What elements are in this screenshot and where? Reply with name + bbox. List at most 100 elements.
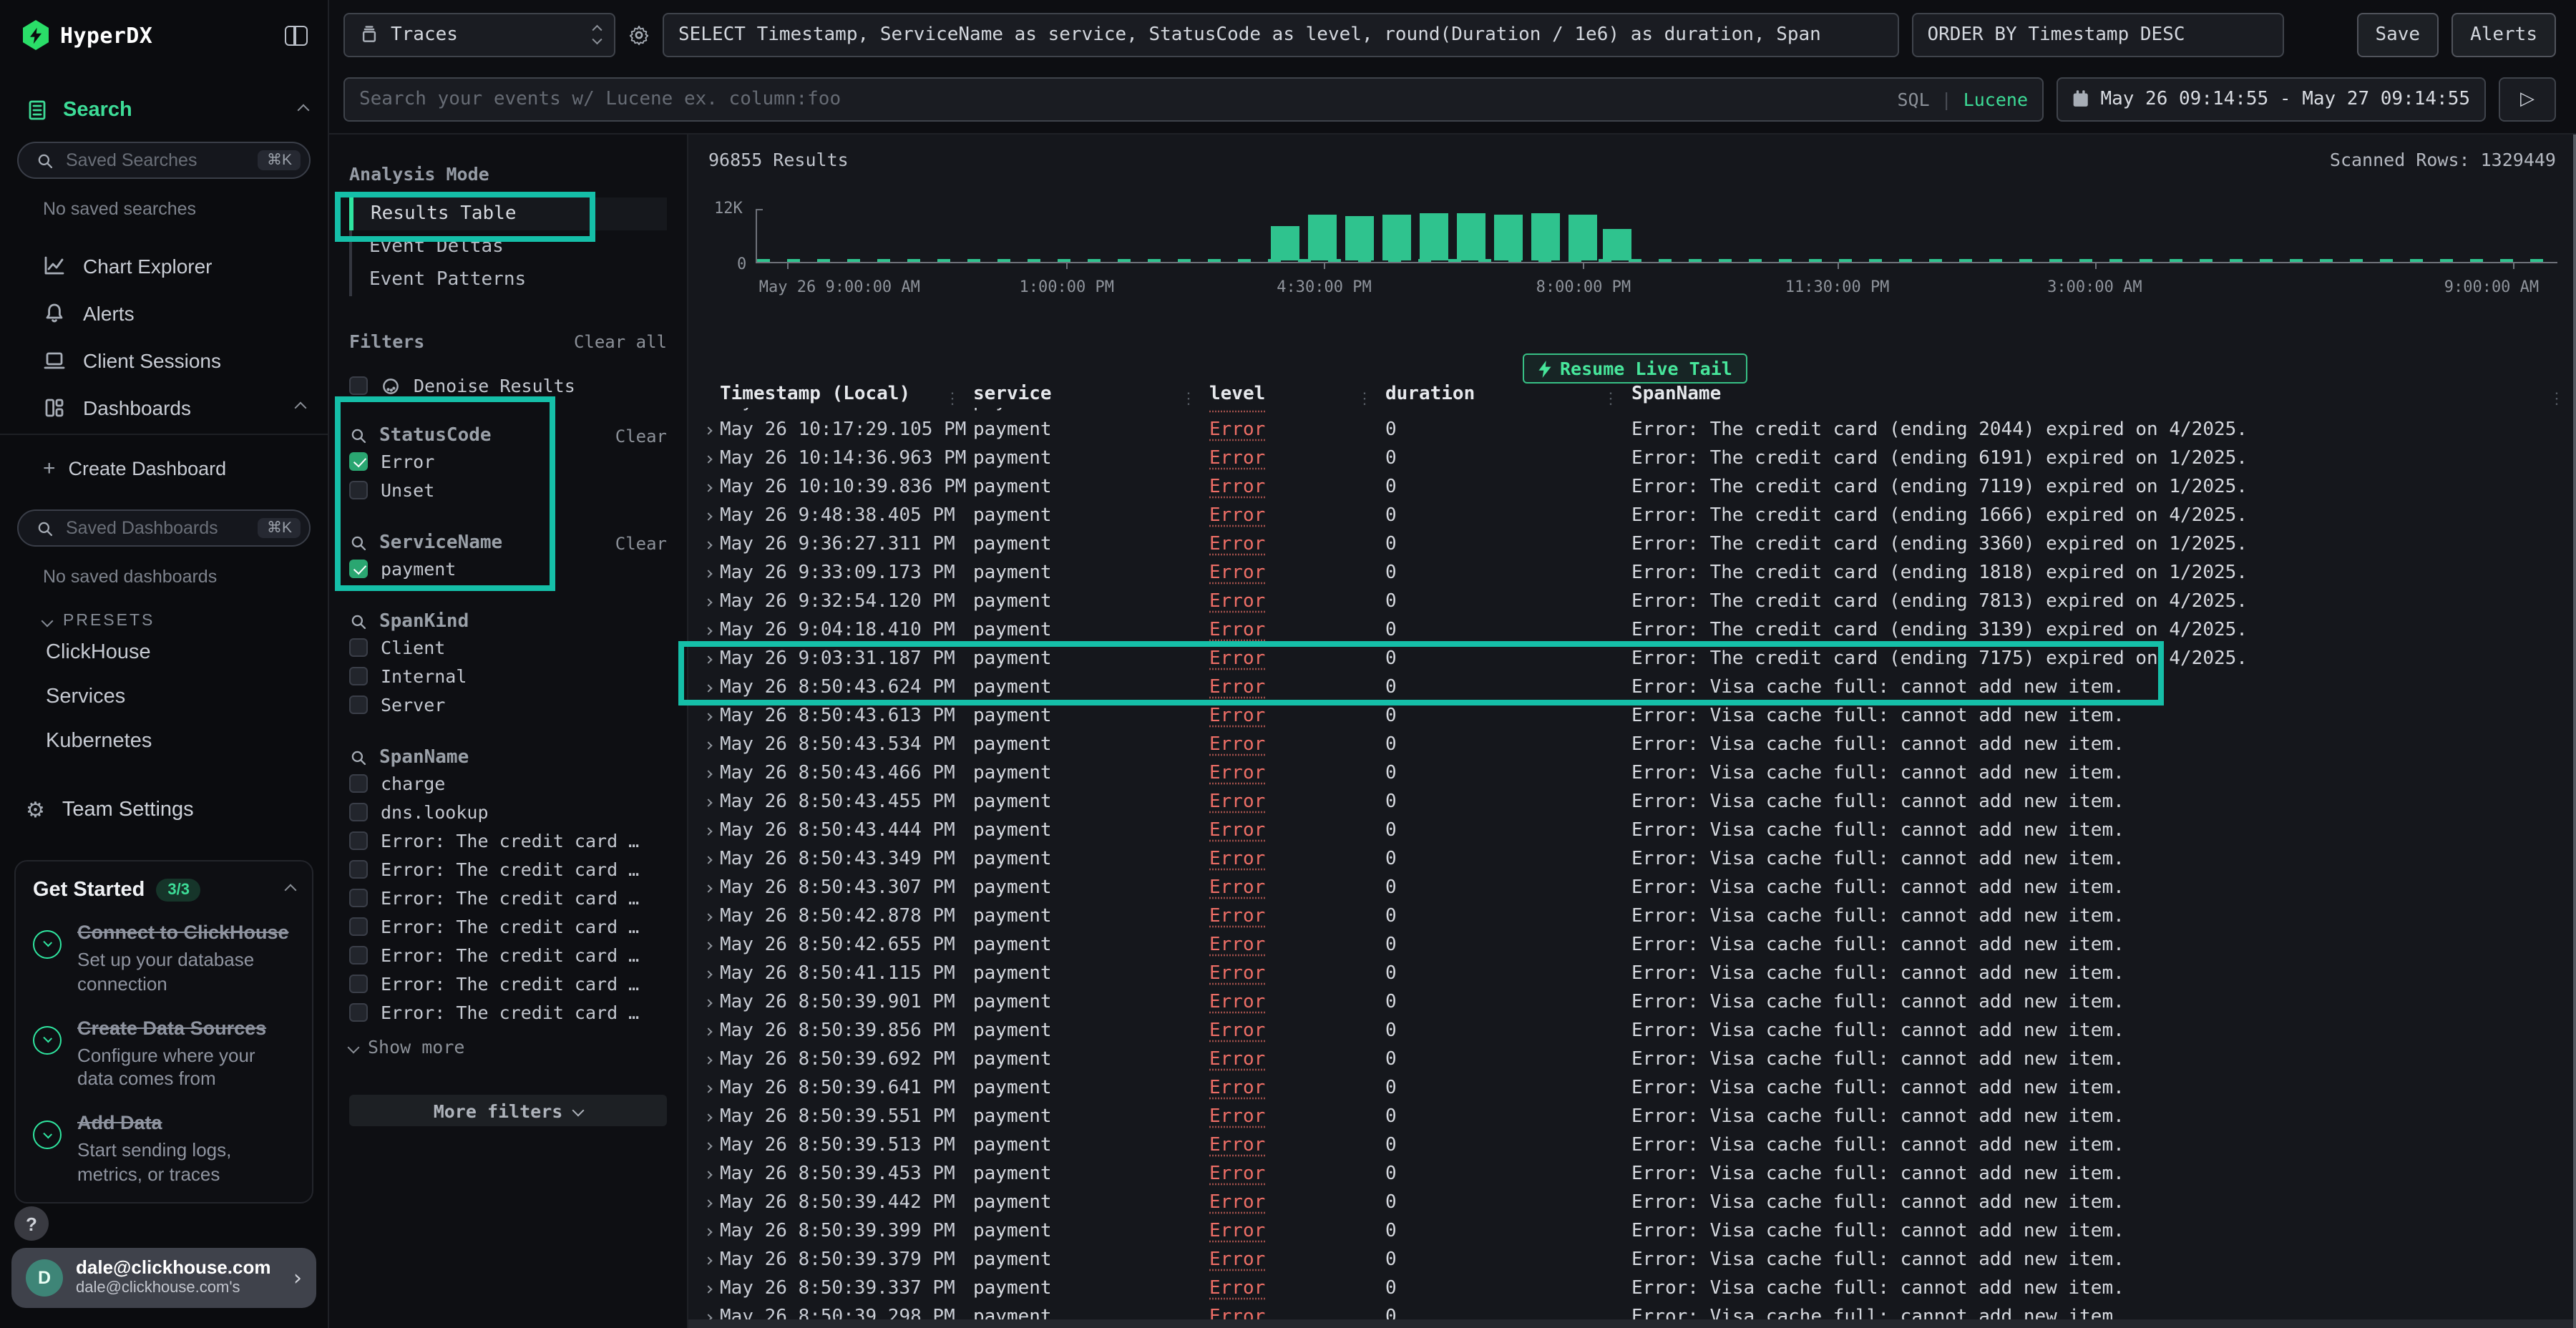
checkbox[interactable] [349,888,368,907]
table-row[interactable]: May 26 8:50:39.856 PM payment Error 0 Er… [688,1017,2573,1046]
expand-row-icon[interactable] [697,588,720,617]
clear-all-filters-button[interactable]: Clear all [574,331,667,351]
analysis-mode-option[interactable]: Results Table [349,197,667,230]
clear-filter-button[interactable]: Clear [615,426,667,446]
table-row[interactable]: May 26 8:50:39.641 PM payment Error 0 Er… [688,1075,2573,1103]
get-started-step[interactable]: Create Data Sources Configure where your… [33,1017,295,1092]
checkbox[interactable] [349,376,368,395]
filter-option-checkbox[interactable]: Internal [349,661,667,690]
expand-row-icon[interactable] [697,932,720,960]
table-row[interactable]: May 26 8:50:42.878 PM payment Error 0 Er… [688,903,2573,932]
expand-row-icon[interactable] [697,817,720,846]
column-resize-handle[interactable]: ⋮ [1357,385,1372,412]
filter-option-checkbox[interactable]: Server [349,690,667,718]
table-row[interactable]: May 26 8:50:39.692 PM payment Error 0 Er… [688,1046,2573,1075]
show-more-button[interactable]: Show more [349,1036,667,1058]
checkbox[interactable] [349,1002,368,1021]
column-resize-handle[interactable]: ⋮ [1603,385,1619,412]
expand-row-icon[interactable] [697,1132,720,1161]
expand-row-icon[interactable] [697,416,720,445]
filter-option-checkbox[interactable]: Error: The credit card … [349,997,667,1026]
expand-row-icon[interactable] [697,474,720,502]
checkbox[interactable] [349,917,368,935]
get-started-header[interactable]: Get Started 3/3 [33,879,295,902]
column-header-level[interactable]: level⋮ [1209,381,1385,408]
table-row[interactable]: May 26 8:50:42.655 PM payment Error 0 Er… [688,932,2573,960]
lang-sql[interactable]: SQL [1897,88,1929,109]
checkbox[interactable] [349,559,368,577]
user-menu[interactable]: D dale@clickhouse.com dale@clickhouse.co… [11,1248,316,1308]
expand-row-icon[interactable] [697,1017,720,1046]
checkbox[interactable] [349,480,368,499]
horizontal-scrollbar[interactable] [688,1319,2576,1328]
expand-row-icon[interactable] [697,408,720,416]
table-row[interactable]: May 26 8:50:39.442 PM payment Error 0 Er… [688,1189,2573,1218]
run-query-button[interactable]: ▷ [2499,77,2556,121]
presets-toggle[interactable]: PRESETS [0,612,328,630]
get-started-step[interactable]: Connect to ClickHouse Set up your databa… [33,922,295,997]
expand-row-icon[interactable] [697,617,720,645]
preset-link[interactable]: Kubernetes [0,718,328,763]
expand-row-icon[interactable] [697,1275,720,1304]
table-row[interactable]: May 26 10:14:36.963 PM payment Error 0 E… [688,445,2573,474]
table-options-icon[interactable]: ⋮ [2549,385,2565,412]
checkbox[interactable] [349,638,368,656]
sidebar-item-alerts[interactable]: Alerts [0,289,328,336]
expand-row-icon[interactable] [697,1218,720,1246]
vertical-scrollbar[interactable] [2573,135,2576,1328]
table-row[interactable]: May 26 8:50:39.551 PM payment Error 0 Er… [688,1103,2573,1132]
filter-option-checkbox[interactable]: Error [349,446,667,475]
table-row[interactable]: May 26 8:50:43.307 PM payment Error 0 Er… [688,874,2573,903]
table-row[interactable]: May 26 8:50:43.466 PM payment Error 0 Er… [688,760,2573,788]
lang-lucene[interactable]: Lucene [1963,88,2028,109]
filter-option-checkbox[interactable]: payment [349,554,667,582]
expand-row-icon[interactable] [697,1161,720,1189]
table-row[interactable]: May 26 8:50:39.901 PM payment Error 0 Er… [688,989,2573,1017]
filter-option-checkbox[interactable]: Error: The credit card … [349,826,667,854]
table-row[interactable]: May 26 8:50:39.399 PM payment Error 0 Er… [688,1218,2573,1246]
table-row[interactable]: May 26 8:50:39.379 PM payment Error 0 Er… [688,1246,2573,1275]
column-header-timestamp[interactable]: Timestamp (Local)⋮ [720,381,973,408]
table-row[interactable]: May 26 10:2… payment Error 0 Error: The … [688,408,2573,416]
table-row[interactable]: May 26 9:48:38.405 PM payment Error 0 Er… [688,502,2573,531]
search-icon[interactable] [349,534,368,552]
expand-row-icon[interactable] [697,703,720,731]
expand-row-icon[interactable] [697,731,720,760]
filter-option-checkbox[interactable]: Error: The credit card … [349,940,667,969]
order-by-input[interactable]: ORDER BY Timestamp DESC [1911,12,2283,57]
table-row[interactable]: May 26 8:50:43.613 PM payment Error 0 Er… [688,703,2573,731]
collapse-sidebar-icon[interactable] [285,25,308,45]
save-button[interactable]: Save [2356,12,2439,57]
expand-row-icon[interactable] [697,903,720,932]
filter-option-checkbox[interactable]: charge [349,768,667,797]
table-row[interactable]: May 26 8:50:43.455 PM payment Error 0 Er… [688,788,2573,817]
table-row[interactable]: May 26 9:03:31.187 PM payment Error 0 Er… [688,645,2573,674]
table-row[interactable]: May 26 8:50:41.115 PM payment Error 0 Er… [688,960,2573,989]
create-dashboard-button[interactable]: + Create Dashboard [0,446,328,489]
table-row[interactable]: May 26 8:50:39.298 PM payment Error 0 Er… [688,1304,2573,1319]
column-header-service[interactable]: service⋮ [973,381,1209,408]
filter-option-checkbox[interactable]: Unset [349,475,667,504]
expand-row-icon[interactable] [697,1189,720,1218]
source-select[interactable]: Traces [343,12,615,57]
table-row[interactable]: May 26 8:50:39.513 PM payment Error 0 Er… [688,1132,2573,1161]
checkbox[interactable] [349,451,368,470]
table-row[interactable]: May 26 9:36:27.311 PM payment Error 0 Er… [688,531,2573,560]
column-resize-handle[interactable]: ⋮ [1181,385,1196,412]
filter-option-checkbox[interactable]: Error: The credit card … [349,912,667,940]
expand-row-icon[interactable] [697,502,720,531]
expand-row-icon[interactable] [697,874,720,903]
more-filters-button[interactable]: More filters [349,1095,667,1126]
clear-filter-button[interactable]: Clear [615,533,667,553]
table-row[interactable]: May 26 8:50:39.337 PM payment Error 0 Er… [688,1275,2573,1304]
table-row[interactable]: May 26 9:33:09.173 PM payment Error 0 Er… [688,560,2573,588]
preset-link[interactable]: Services [0,674,328,718]
table-row[interactable]: May 26 10:10:39.836 PM payment Error 0 E… [688,474,2573,502]
table-row[interactable]: May 26 8:50:43.444 PM payment Error 0 Er… [688,817,2573,846]
denoise-results-checkbox[interactable]: Denoise Results [349,375,667,396]
expand-row-icon[interactable] [697,531,720,560]
filter-option-checkbox[interactable]: Error: The credit card … [349,883,667,912]
column-header-duration[interactable]: duration⋮ [1385,381,1631,408]
histogram-plot[interactable]: May 26 9:00:00 AM1:00:00 PM4:30:00 PM8:0… [756,209,2557,263]
sidebar-item-chart-explorer[interactable]: Chart Explorer [0,242,328,289]
